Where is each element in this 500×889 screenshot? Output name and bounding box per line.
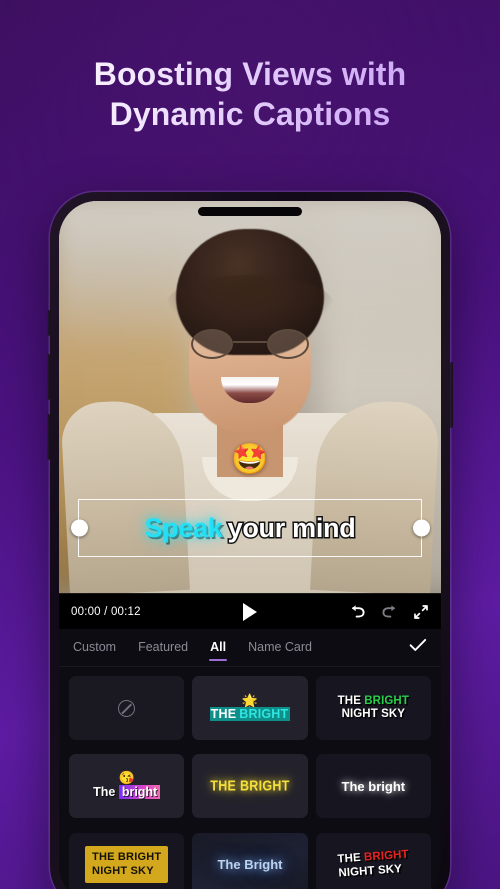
kiss-emoji: 😘 bbox=[118, 770, 135, 786]
template-text: THE BRIGHT NIGHT SKY bbox=[337, 695, 409, 720]
template-cell-pink-highlight[interactable]: 😘 The bright bbox=[69, 754, 185, 819]
template-cell-the-bright-cyan[interactable]: 🌟 THE BRIGHT bbox=[192, 676, 308, 740]
phone-notch bbox=[198, 207, 302, 216]
player-controls-bar: 00:00 / 00:12 bbox=[59, 593, 441, 629]
page-title-line-1: Boosting Views with bbox=[93, 56, 407, 92]
phone-screen: 🤩 Speak your mind 00:00 / 00:12 Custom F… bbox=[59, 201, 441, 889]
timecode-display: 00:00 / 00:12 bbox=[71, 605, 141, 618]
template-text: The bright bbox=[93, 785, 161, 800]
template-text: THE BRIGHT bbox=[209, 706, 291, 721]
glasses-lens-left bbox=[191, 329, 233, 359]
redo-button[interactable] bbox=[381, 604, 398, 619]
glasses-lens-right bbox=[267, 329, 309, 359]
caption-resize-handle-left[interactable] bbox=[70, 519, 88, 537]
confirm-check-icon[interactable] bbox=[409, 638, 427, 657]
subject-glasses bbox=[191, 329, 309, 359]
caption-rest-text: your mind bbox=[226, 511, 357, 544]
page-title-line-2: Dynamic Captions bbox=[109, 96, 391, 132]
phone-volume-up-button bbox=[47, 354, 50, 400]
no-caption-icon bbox=[118, 699, 136, 717]
template-cell-none[interactable] bbox=[69, 676, 185, 740]
template-text: THE BRIGHT NIGHT SKY bbox=[85, 845, 169, 884]
template-cell-night-sky-red[interactable]: THE BRIGHT NIGHT SKY bbox=[315, 832, 431, 889]
tab-custom[interactable]: Custom bbox=[73, 632, 116, 663]
template-text: The Bright bbox=[217, 857, 283, 873]
tab-all[interactable]: All bbox=[209, 632, 228, 663]
star-emoji: 🌟 bbox=[241, 692, 259, 708]
caption-resize-handle-right[interactable] bbox=[412, 519, 430, 537]
phone-mockup: 🤩 Speak your mind 00:00 / 00:12 Custom F… bbox=[47, 192, 453, 889]
glasses-bridge bbox=[233, 341, 267, 344]
fullscreen-button[interactable] bbox=[413, 604, 429, 620]
caption-category-tabs: Custom Featured All Name Card bbox=[59, 629, 441, 667]
template-cell-blue-glow[interactable]: The Bright bbox=[192, 832, 308, 889]
phone-mute-switch bbox=[47, 310, 50, 336]
template-cell-night-sky-gold[interactable]: THE BRIGHT NIGHT SKY bbox=[69, 832, 185, 889]
template-text: The bright bbox=[341, 778, 406, 794]
phone-power-button bbox=[450, 362, 453, 428]
template-cell-yellow-neon[interactable]: THE BRIGHT bbox=[192, 754, 308, 819]
caption-highlight-word: Speak bbox=[144, 512, 223, 543]
phone-volume-down-button bbox=[47, 414, 50, 460]
tab-name-card[interactable]: Name Card bbox=[248, 632, 312, 663]
caption-text: Speak your mind bbox=[144, 511, 358, 544]
video-preview[interactable]: 🤩 Speak your mind bbox=[59, 201, 441, 593]
template-text: THE BRIGHT bbox=[210, 778, 290, 795]
caption-selection-box[interactable]: Speak your mind bbox=[70, 499, 430, 557]
tab-featured[interactable]: Featured bbox=[138, 632, 188, 663]
template-cell-white-glow[interactable]: The bright bbox=[315, 754, 431, 819]
star-struck-emoji: 🤩 bbox=[231, 443, 269, 476]
player-actions bbox=[349, 604, 429, 620]
caption-template-grid: 🌟 THE BRIGHT THE BRIGHT NIGHT SKY 😘 The b… bbox=[59, 667, 441, 889]
page-title: Boosting Views with Dynamic Captions bbox=[0, 54, 500, 134]
play-button[interactable] bbox=[243, 602, 257, 621]
template-text: THE BRIGHT NIGHT SKY bbox=[336, 848, 409, 880]
undo-button[interactable] bbox=[349, 604, 366, 619]
template-cell-night-sky-green[interactable]: THE BRIGHT NIGHT SKY bbox=[315, 676, 431, 740]
